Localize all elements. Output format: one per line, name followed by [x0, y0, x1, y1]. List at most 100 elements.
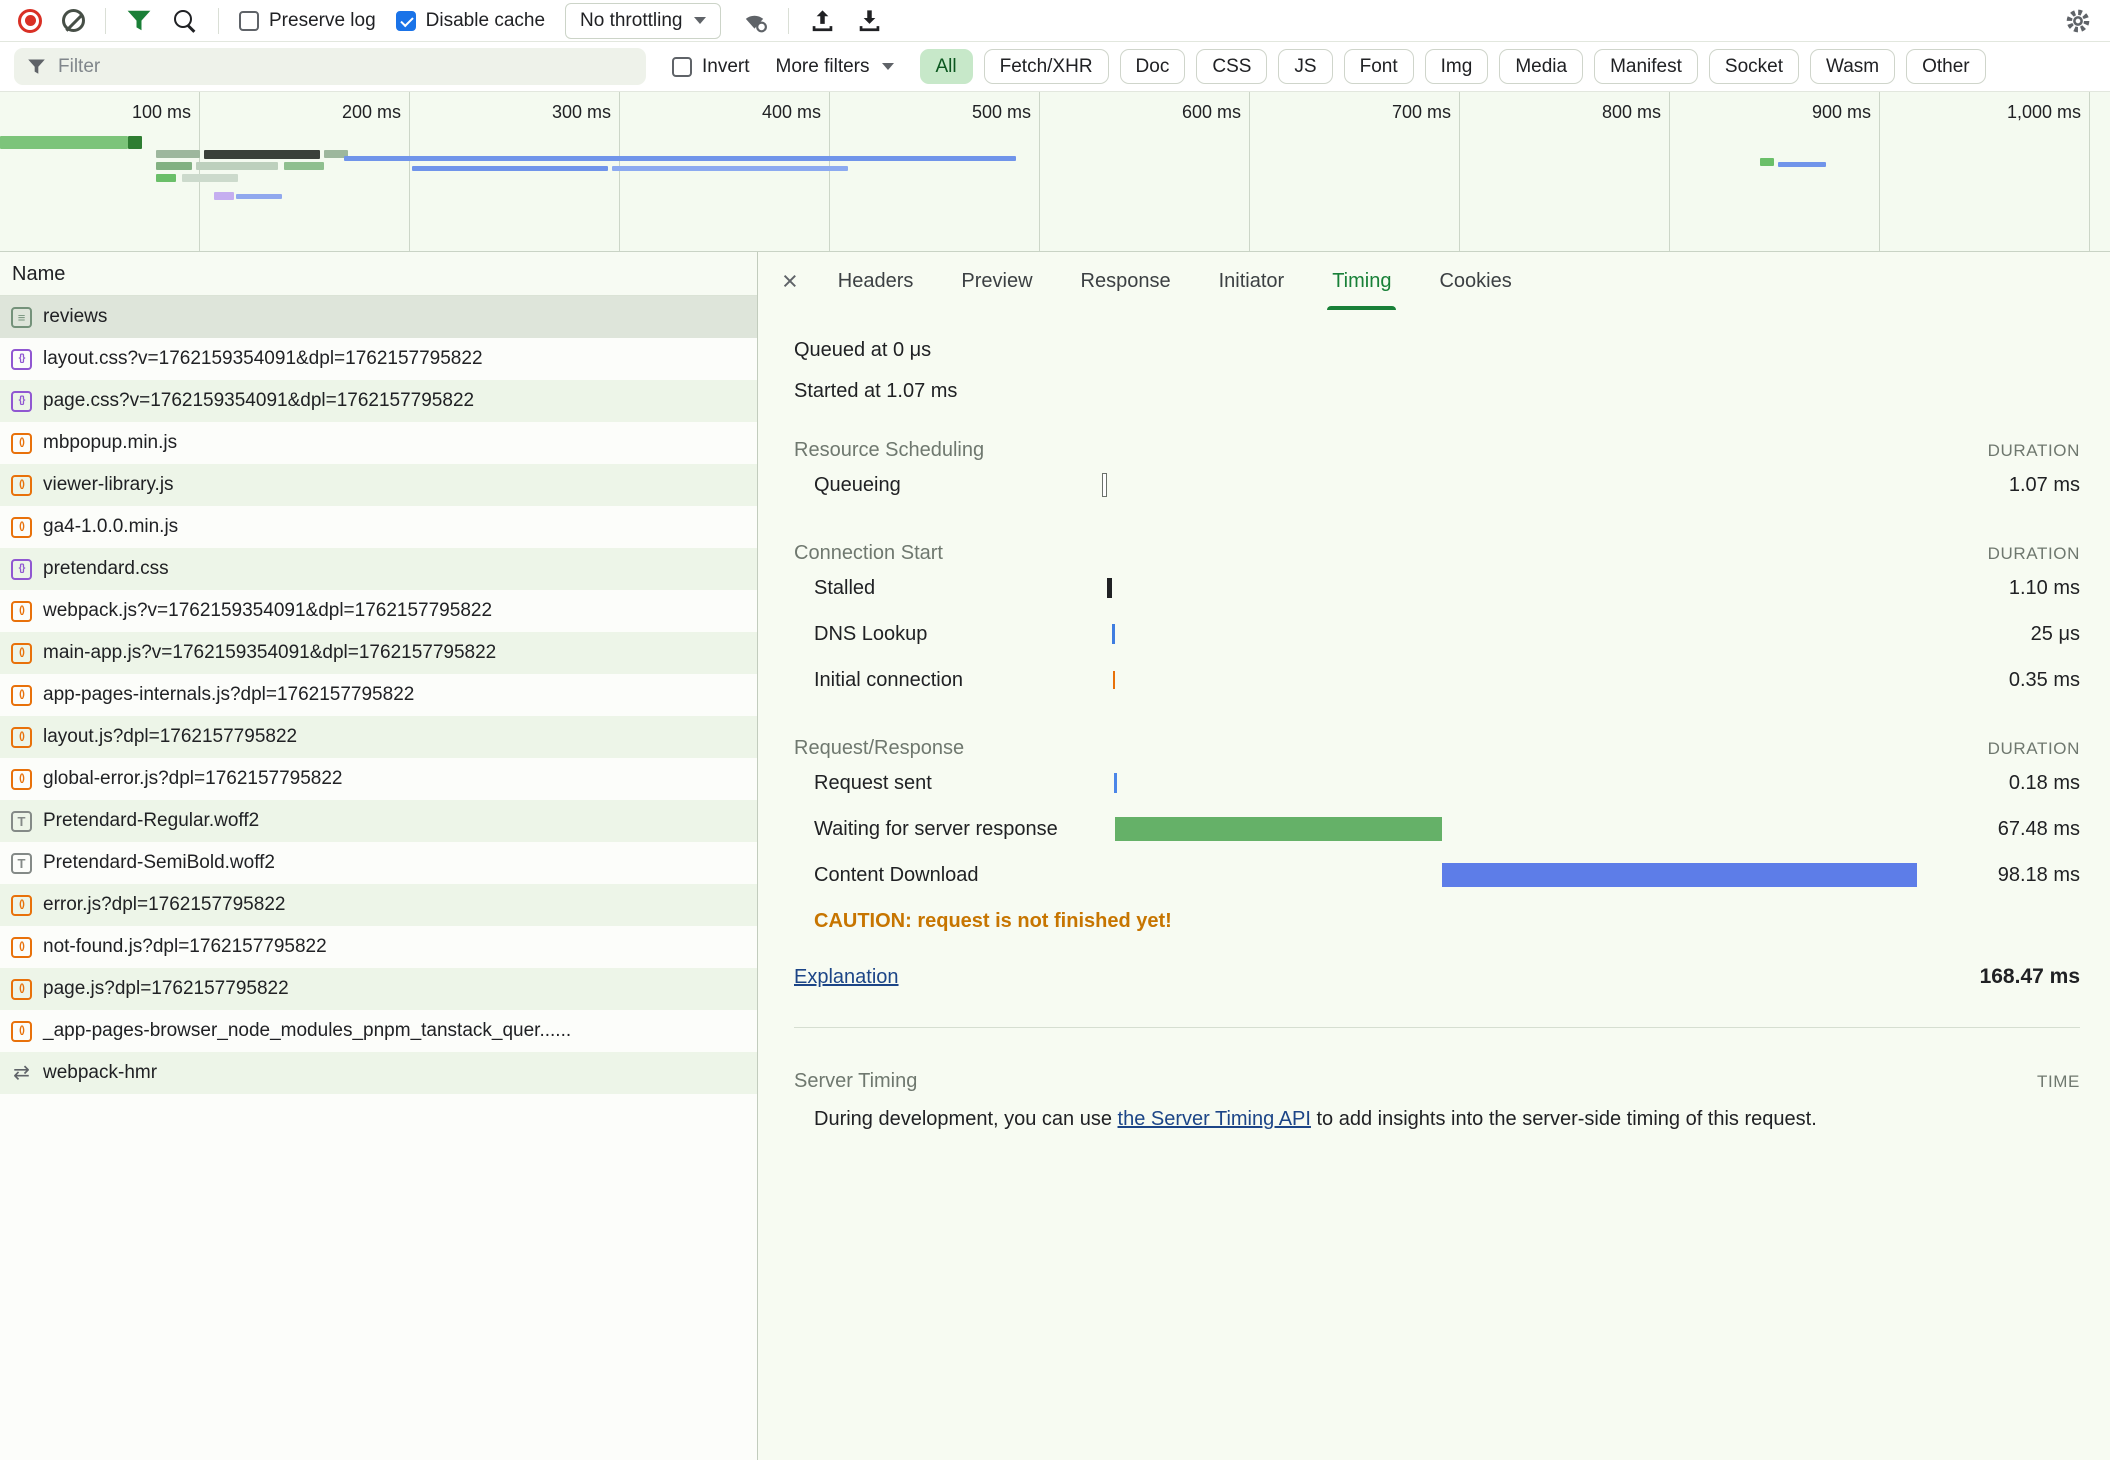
tab-headers[interactable]: Headers — [838, 252, 914, 310]
timing-phase-row-dns-lookup: DNS Lookup25 μs — [794, 611, 2080, 657]
request-row-webpack-js-v-1762159354091-dpl[interactable]: ()webpack.js?v=1762159354091&dpl=1762157… — [0, 590, 757, 632]
filter-chip-img[interactable]: Img — [1425, 49, 1489, 84]
overview-waterfall-bar — [236, 194, 282, 199]
css-file-icon: {} — [11, 391, 32, 412]
request-row-app-pages-browser-node-modules[interactable]: ()_app-pages-browser_node_modules_pnpm_t… — [0, 1010, 757, 1052]
filter-chip-fetch-xhr[interactable]: Fetch/XHR — [984, 49, 1109, 84]
preserve-log-checkbox[interactable]: Preserve log — [239, 10, 376, 32]
request-row-viewer-library-js[interactable]: ()viewer-library.js — [0, 464, 757, 506]
request-row-reviews[interactable]: ≡reviews — [0, 296, 757, 338]
request-row-page-css-v-1762159354091-dpl-1[interactable]: {}page.css?v=1762159354091&dpl=176215779… — [0, 380, 757, 422]
section-divider — [794, 1027, 2080, 1028]
request-row-app-pages-internals-js-dpl-176[interactable]: ()app-pages-internals.js?dpl=17621577958… — [0, 674, 757, 716]
filter-input[interactable] — [14, 56, 646, 78]
export-har-icon[interactable] — [856, 7, 883, 34]
request-row-error-js-dpl-1762157795822[interactable]: () error.js?dpl=1762157795822 — [0, 884, 757, 926]
filter-toggle-icon[interactable] — [126, 9, 152, 33]
font-file-icon: T — [11, 853, 32, 874]
phase-label: Queueing — [794, 473, 1066, 497]
filter-chip-all[interactable]: All — [920, 49, 973, 84]
filter-chip-manifest[interactable]: Manifest — [1594, 49, 1698, 84]
filter-chip-socket[interactable]: Socket — [1709, 49, 1799, 84]
explanation-link[interactable]: Explanation — [794, 966, 899, 989]
request-row-layout-js-dpl-1762157795822[interactable]: ()layout.js?dpl=1762157795822 — [0, 716, 757, 758]
phase-duration: 1.07 ms — [2009, 474, 2080, 497]
overview-gridline — [199, 92, 200, 251]
filter-chip-media[interactable]: Media — [1499, 49, 1583, 84]
request-type-filter-chips: All Fetch/XHR Doc CSS JS Font Img Media Manifest… — [920, 49, 1986, 84]
phase-label: DNS Lookup — [794, 622, 1066, 646]
overview-waterfall-bar — [182, 174, 238, 182]
server-timing-title: Server Timing — [794, 1070, 917, 1093]
script-file-icon: () — [11, 433, 32, 454]
request-name: webpack.js?v=1762159354091&dpl=176215779… — [43, 600, 492, 622]
request-name: Pretendard-Regular.woff2 — [43, 810, 259, 832]
close-icon[interactable]: × — [782, 266, 798, 297]
request-row-ga4-1-0-0-min-js[interactable]: ()ga4-1.0.0.min.js — [0, 506, 757, 548]
filter-chip-js[interactable]: JS — [1278, 49, 1332, 84]
funnel-icon — [27, 58, 46, 76]
overview-tick-label: 900 ms — [1711, 102, 1871, 123]
request-row-mbpopup-min-js[interactable]: ()mbpopup.min.js — [0, 422, 757, 464]
throttling-select[interactable]: No throttling — [565, 3, 721, 39]
filter-chip-doc[interactable]: Doc — [1120, 49, 1186, 84]
filter-chip-wasm[interactable]: Wasm — [1810, 49, 1895, 84]
overview-tick-label: 800 ms — [1501, 102, 1661, 123]
tab-preview[interactable]: Preview — [961, 252, 1032, 310]
filter-chip-other[interactable]: Other — [1906, 49, 1986, 84]
overview-tick-label: 100 ms — [31, 102, 191, 123]
phase-label: Initial connection — [794, 668, 1066, 692]
overview-tick-label: 700 ms — [1291, 102, 1451, 123]
filter-chip-font[interactable]: Font — [1344, 49, 1414, 84]
request-detail-panel: × Headers Preview Response Initiator Timing C… — [758, 252, 2110, 1460]
request-row-main-app-js-v-1762159354091-dp[interactable]: ()main-app.js?v=1762159354091&dpl=176215… — [0, 632, 757, 674]
request-row-layout-css-v-1762159354091-dpl[interactable]: {}layout.css?v=1762159354091&dpl=1762157… — [0, 338, 757, 380]
checkbox-unchecked — [672, 57, 692, 77]
invert-checkbox[interactable]: Invert — [672, 56, 750, 78]
timing-phase-row-waiting-for-server-response: Waiting for server response67.48 ms — [794, 806, 2080, 852]
disable-cache-label: Disable cache — [426, 10, 545, 32]
tab-cookies[interactable]: Cookies — [1439, 252, 1511, 310]
request-row-webpack-hmr[interactable]: ⇄webpack-hmr — [0, 1052, 757, 1094]
column-header-name[interactable]: Name — [0, 252, 757, 296]
request-row-page-js-dpl-1762157795822[interactable]: () page.js?dpl=1762157795822 — [0, 968, 757, 1010]
request-row-pretendard-regular-woff2[interactable]: TPretendard-Regular.woff2 — [0, 800, 757, 842]
more-filters-button[interactable]: More filters — [776, 56, 894, 78]
request-list: ≡reviews{}layout.css?v=1762159354091&dpl… — [0, 296, 757, 1094]
tab-response[interactable]: Response — [1081, 252, 1171, 310]
request-row-not-found-js-dpl-1762157795822[interactable]: ()not-found.js?dpl=1762157795822 — [0, 926, 757, 968]
timing-total-row: Explanation 168.47 ms — [794, 965, 2080, 989]
network-overview-timeline[interactable]: 100 ms200 ms300 ms400 ms500 ms600 ms700 … — [0, 92, 2110, 252]
record-icon[interactable] — [18, 9, 42, 33]
settings-gear-icon[interactable] — [2064, 7, 2092, 35]
request-row-pretendard-css[interactable]: {}pretendard.css — [0, 548, 757, 590]
tab-initiator[interactable]: Initiator — [1219, 252, 1285, 310]
script-file-icon: () — [11, 643, 32, 664]
request-name: not-found.js?dpl=1762157795822 — [43, 936, 327, 958]
disable-cache-checkbox[interactable]: Disable cache — [396, 10, 545, 32]
script-file-icon: () — [11, 895, 32, 916]
clear-network-log-icon[interactable] — [62, 9, 85, 32]
script-file-icon: () — [11, 517, 32, 538]
server-timing-api-link[interactable]: the Server Timing API — [1118, 1108, 1311, 1130]
search-icon[interactable] — [172, 8, 198, 34]
network-conditions-icon[interactable] — [741, 8, 768, 34]
timing-phase-row-queueing: Queueing 1.07 ms — [794, 462, 2080, 508]
preserve-log-label: Preserve log — [269, 10, 376, 32]
tab-timing[interactable]: Timing — [1332, 252, 1391, 310]
timing-section-title: Connection Start — [794, 542, 943, 565]
phase-bar-dns-lookup — [1112, 624, 1115, 644]
request-name: page.js?dpl=1762157795822 — [43, 978, 289, 1000]
phase-duration: 1.10 ms — [2009, 577, 2080, 600]
filter-chip-css[interactable]: CSS — [1196, 49, 1267, 84]
throttling-value: No throttling — [580, 10, 682, 32]
server-timing-description: During development, you can use the Serv… — [794, 1105, 2029, 1133]
timing-tab-content: Queued at 0 μs Started at 1.07 ms Resour… — [758, 310, 2110, 1460]
import-har-icon[interactable] — [809, 7, 836, 34]
overview-waterfall-bar — [196, 162, 278, 170]
request-name: error.js?dpl=1762157795822 — [43, 894, 285, 916]
script-file-icon: () — [11, 979, 32, 1000]
script-file-icon: () — [11, 475, 32, 496]
request-row-pretendard-semibold-woff2[interactable]: TPretendard-SemiBold.woff2 — [0, 842, 757, 884]
request-row-global-error-js-dpl-1762157795[interactable]: ()global-error.js?dpl=1762157795822 — [0, 758, 757, 800]
